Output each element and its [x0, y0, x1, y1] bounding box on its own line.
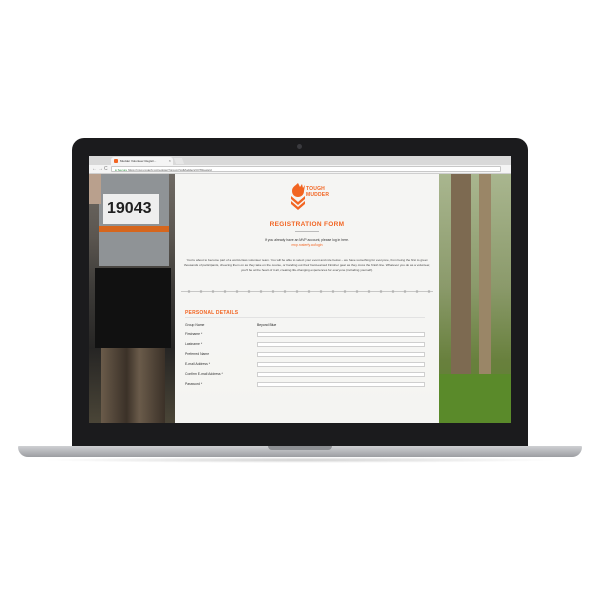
group-name-row: Group Name Beyond Blue: [185, 322, 431, 329]
back-icon[interactable]: ←: [92, 166, 97, 173]
signin-prompt: If you already have an MVP account, plea…: [264, 238, 349, 242]
runner-photo: 19043: [89, 174, 175, 423]
page-content: 19043 TOUGH MUDDER REGISTRATION FORM If …: [89, 174, 511, 423]
preferred-name-row: Preferred Name: [185, 351, 431, 358]
forest-photo: [439, 174, 511, 423]
brand-line-2: MUDDER: [306, 192, 330, 198]
url-text: https://mvp.rosterfy.co/register?group=V…: [128, 168, 212, 172]
intro-paragraph: You're about to become part of a world-c…: [183, 258, 431, 272]
confirm-email-label: Confirm E-mail Address *: [185, 372, 223, 376]
lastname-row: Lastname *: [185, 341, 431, 348]
new-tab-button[interactable]: [173, 158, 185, 164]
laptop-notch: [268, 446, 332, 450]
address-bar[interactable]: ● Secure https://mvp.rosterfy.co/registe…: [111, 166, 501, 172]
section-title: PERSONAL DETAILS: [185, 310, 239, 316]
laptop-screen: Mudder Volunteer Registr... × ← → C ● Se…: [89, 156, 511, 423]
reload-icon[interactable]: C: [104, 166, 108, 173]
tab-close-icon[interactable]: ×: [169, 157, 171, 165]
group-name-value: Beyond Blue: [257, 323, 277, 327]
confirm-email-row: Confirm E-mail Address *: [185, 371, 431, 378]
runner-shorts: [95, 268, 171, 348]
confirm-email-field[interactable]: [257, 371, 425, 377]
forward-icon[interactable]: →: [98, 166, 103, 173]
firstname-row: Firstname *: [185, 331, 431, 338]
favicon-icon: [114, 159, 118, 163]
group-name-label: Group Name: [185, 323, 205, 327]
password-field[interactable]: [257, 381, 425, 387]
divider: [185, 317, 425, 318]
lastname-label: Lastname *: [185, 342, 203, 346]
divider: [295, 231, 319, 232]
webcam: [297, 144, 302, 149]
runner-arm: [89, 174, 101, 204]
foliage: [439, 374, 511, 423]
tree-trunk: [451, 174, 471, 404]
lock-icon: ●: [115, 168, 117, 172]
shirt-stripe: [99, 226, 169, 232]
runner-legs: [101, 348, 165, 423]
race-bib: 19043: [103, 194, 159, 224]
tab-title: Mudder Volunteer Registr...: [120, 159, 157, 163]
preferred-name-label: Preferred Name: [185, 352, 210, 356]
preferred-name-field[interactable]: [257, 351, 425, 357]
password-label: Password *: [185, 382, 203, 386]
firstname-label: Firstname *: [185, 332, 203, 336]
email-row: E-mail Address *: [185, 361, 431, 368]
laptop-shadow: [40, 457, 560, 463]
page-title: REGISTRATION FORM: [269, 221, 345, 228]
password-row: Password *: [185, 381, 431, 388]
email-field[interactable]: [257, 361, 425, 367]
browser-toolbar: ← → C ● Secure https://mvp.rosterfy.co/r…: [89, 165, 511, 174]
browser-tab[interactable]: Mudder Volunteer Registr... ×: [111, 157, 173, 165]
barbed-wire-divider-icon: [181, 290, 433, 293]
email-label: E-mail Address *: [185, 362, 211, 366]
firstname-field[interactable]: [257, 331, 425, 337]
browser-tab-bar: Mudder Volunteer Registr... ×: [89, 156, 511, 172]
login-link[interactable]: mvp.rosterfy.co/login: [175, 243, 439, 247]
lastname-field[interactable]: [257, 341, 425, 347]
secure-label: Secure: [117, 168, 128, 172]
brand-name: TOUGH MUDDER: [306, 186, 329, 198]
